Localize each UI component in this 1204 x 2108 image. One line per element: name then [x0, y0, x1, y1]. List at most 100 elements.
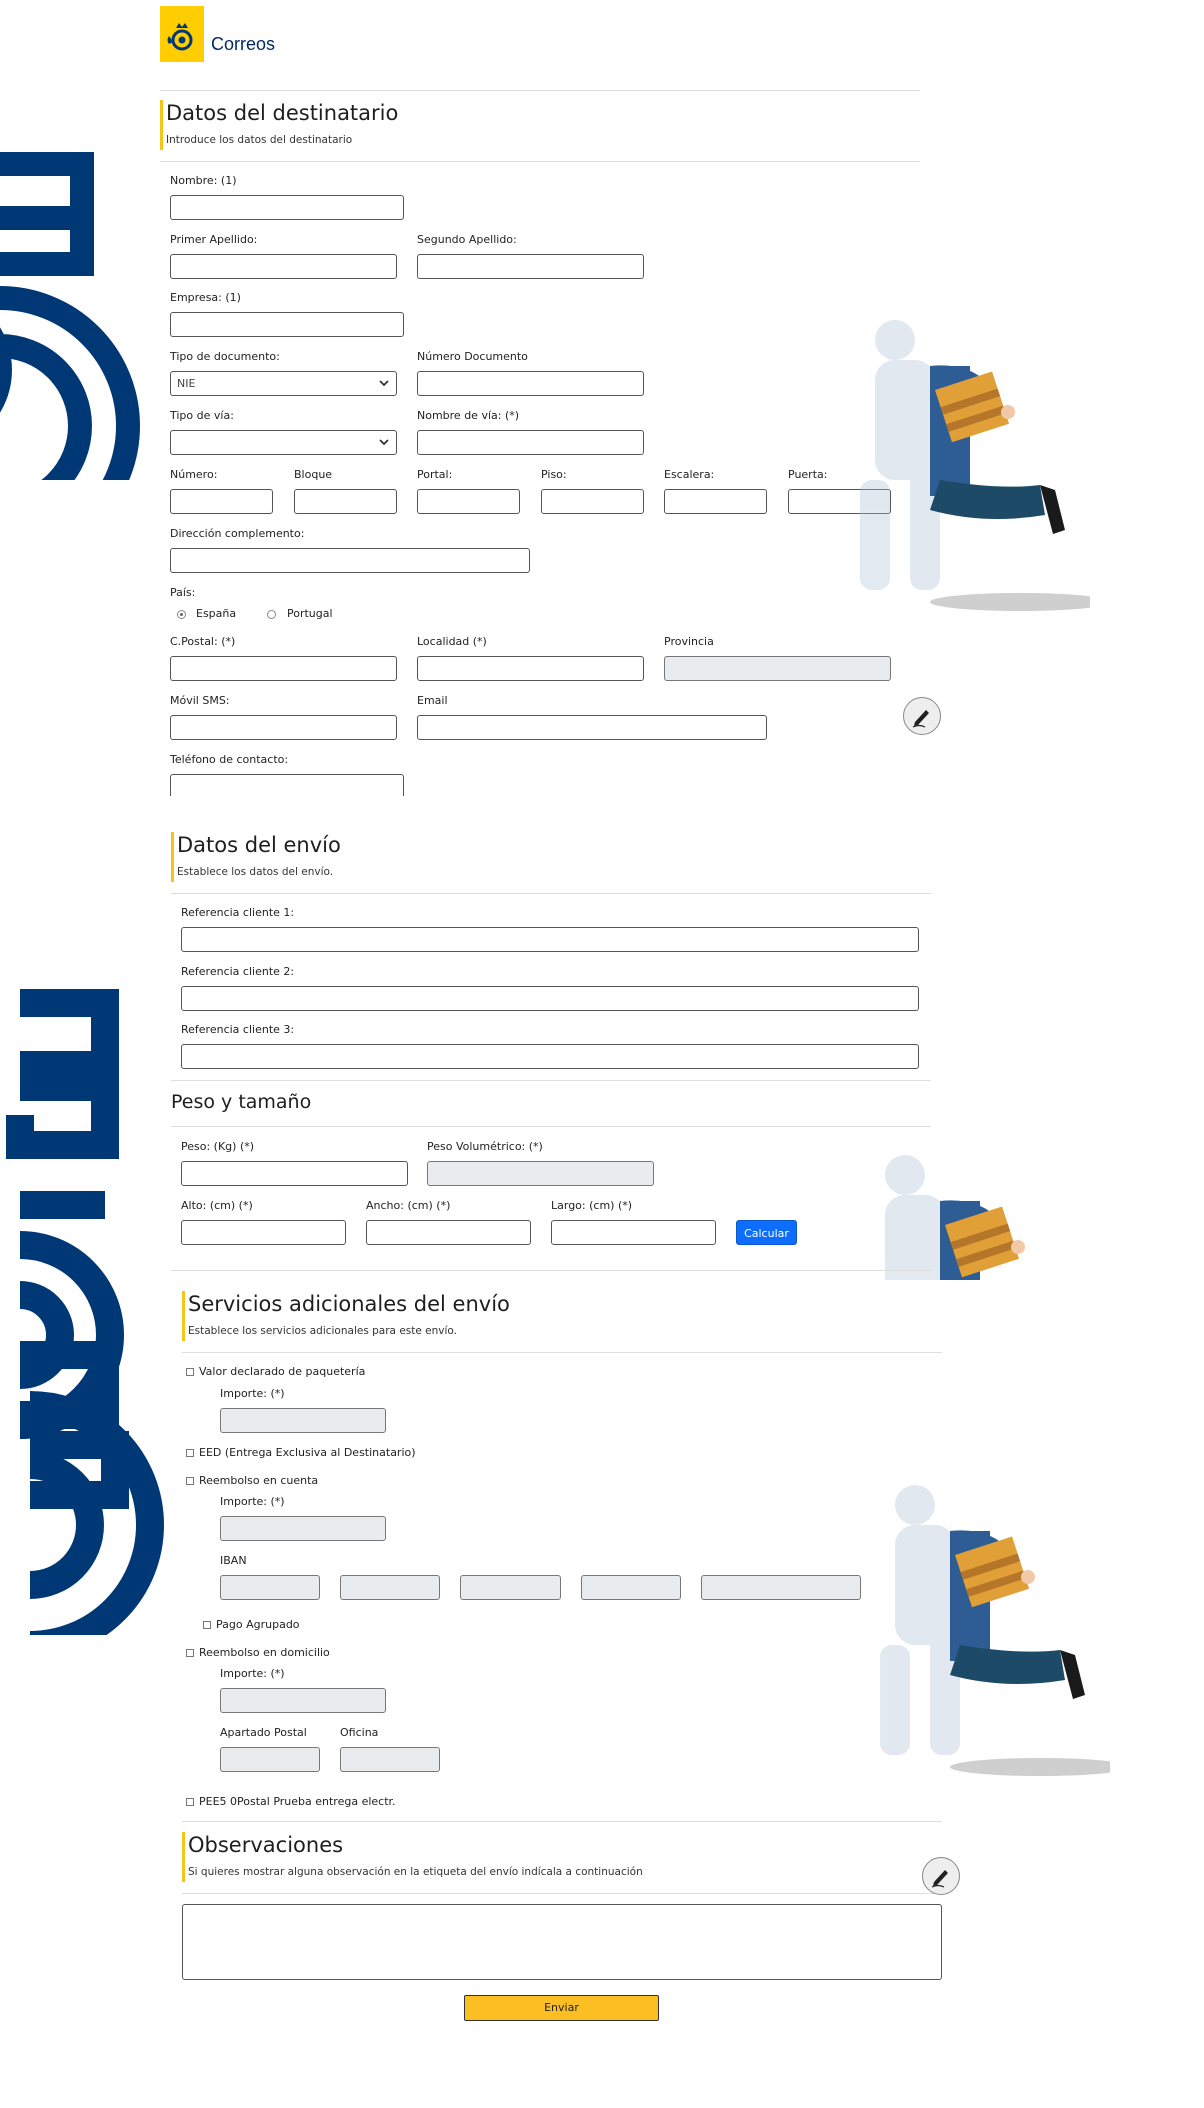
movil-label: Móvil SMS: [170, 694, 230, 707]
primer-apellido-field[interactable] [170, 254, 397, 279]
peso-label: Peso: (Kg) (*) [181, 1140, 255, 1153]
enviar-button[interactable]: Enviar [464, 1995, 659, 2021]
cp-field[interactable] [170, 656, 397, 681]
edit-pencil-button[interactable] [922, 1857, 960, 1895]
reembolso-importe-field[interactable] [220, 1516, 386, 1541]
piso-field[interactable] [541, 489, 644, 514]
shipment-title: Datos del envío [177, 833, 341, 857]
chevron-down-icon [379, 380, 389, 387]
chevron-down-icon [379, 439, 389, 446]
section-accent-bar [182, 1291, 185, 1341]
piso-label: Piso: [541, 468, 567, 481]
size-divider-top [171, 1080, 931, 1081]
tipo-documento-value: NIE [177, 377, 196, 390]
segundo-apellido-label: Segundo Apellido: [417, 233, 517, 246]
segundo-apellido-field[interactable] [417, 254, 644, 279]
valor-importe-label: Importe: (*) [220, 1387, 285, 1400]
peso-vol-field[interactable] [427, 1161, 654, 1186]
ancho-field[interactable] [366, 1220, 531, 1245]
pee-checkbox[interactable] [186, 1798, 194, 1806]
eed-label: EED (Entrega Exclusiva al Destinatario) [199, 1446, 416, 1459]
bloque-label: Bloque [294, 468, 333, 481]
observations-textarea[interactable] [182, 1904, 942, 1980]
domicilio-importe-field[interactable] [220, 1688, 386, 1713]
ref2-field[interactable] [181, 986, 919, 1011]
bloque-field[interactable] [294, 489, 397, 514]
alto-label: Alto: (cm) (*) [181, 1199, 253, 1212]
telefono-label: Teléfono de contacto: [170, 753, 289, 766]
size-title: Peso y tamaño [171, 1091, 312, 1113]
correos-horn-watermark-top [0, 152, 141, 480]
edit-pencil-icon [931, 1870, 948, 1888]
tipo-documento-select[interactable]: NIE [170, 371, 397, 396]
tipo-via-label: Tipo de vía: [170, 409, 234, 422]
portal-field[interactable] [417, 489, 520, 514]
section-accent-bar [160, 100, 163, 150]
nombre-label: Nombre: (1) [170, 174, 237, 187]
tipo-via-select[interactable] [170, 430, 397, 455]
iban-field-4[interactable] [581, 1575, 681, 1600]
ref1-field[interactable] [181, 927, 919, 952]
reembolso-importe-label: Importe: (*) [220, 1495, 285, 1508]
nombre-via-label: Nombre de vía: (*) [417, 409, 520, 422]
tipo-documento-label: Tipo de documento: [170, 350, 280, 363]
observations-subtitle: Si quieres mostrar alguna observación en… [188, 1866, 643, 1878]
iban-field-3[interactable] [460, 1575, 561, 1600]
valor-declarado-checkbox[interactable] [186, 1368, 194, 1376]
eed-checkbox[interactable] [186, 1449, 194, 1457]
localidad-field[interactable] [417, 656, 644, 681]
ref3-label: Referencia cliente 3: [181, 1023, 295, 1036]
calcular-button[interactable]: Calcular [736, 1220, 797, 1245]
peso-field[interactable] [181, 1161, 408, 1186]
ref3-field[interactable] [181, 1044, 919, 1069]
services-bottom-divider [182, 1821, 942, 1822]
nombre-via-field[interactable] [417, 430, 644, 455]
valor-importe-field[interactable] [220, 1408, 386, 1433]
movil-field[interactable] [170, 715, 397, 740]
iban-field-1[interactable] [220, 1575, 320, 1600]
alto-field[interactable] [181, 1220, 346, 1245]
iban-field-2[interactable] [340, 1575, 440, 1600]
ancho-label: Ancho: (cm) (*) [366, 1199, 451, 1212]
shipment-divider [171, 893, 931, 894]
email-field[interactable] [417, 715, 767, 740]
edit-pencil-button[interactable] [903, 697, 941, 735]
pais-radio-espana[interactable] [177, 610, 186, 619]
escalera-label: Escalera: [664, 468, 715, 481]
shipment-subtitle: Establece los datos del envío. [177, 866, 334, 878]
email-label: Email [417, 694, 448, 707]
observations-divider [182, 1893, 942, 1894]
size-divider [171, 1126, 931, 1127]
numero-label: Número: [170, 468, 218, 481]
largo-label: Largo: (cm) (*) [551, 1199, 633, 1212]
recipient-divider [160, 161, 920, 162]
empresa-field[interactable] [170, 312, 404, 337]
correos-horn-watermark-bottom [6, 989, 165, 1635]
primer-apellido-label: Primer Apellido: [170, 233, 258, 246]
pais-radio-portugal[interactable] [267, 610, 276, 619]
telefono-field[interactable] [170, 774, 404, 796]
valor-declarado-label: Valor declarado de paquetería [199, 1365, 366, 1378]
pago-agrupado-checkbox[interactable] [203, 1621, 211, 1629]
provincia-field[interactable] [664, 656, 891, 681]
empresa-label: Empresa: (1) [170, 291, 241, 304]
largo-field[interactable] [551, 1220, 716, 1245]
numero-documento-field[interactable] [417, 371, 644, 396]
correos-logo[interactable] [160, 6, 204, 62]
services-subtitle: Establece los servicios adicionales para… [188, 1325, 457, 1337]
iban-field-5[interactable] [701, 1575, 861, 1600]
reembolso-domicilio-checkbox[interactable] [186, 1649, 194, 1657]
apartado-field[interactable] [220, 1747, 320, 1772]
mail-carrier-illustration-cropped [840, 1145, 1100, 1280]
oficina-label: Oficina [340, 1726, 379, 1739]
numero-field[interactable] [170, 489, 273, 514]
escalera-field[interactable] [664, 489, 767, 514]
pago-agrupado-label: Pago Agrupado [216, 1618, 300, 1631]
direccion-field[interactable] [170, 548, 530, 573]
services-title: Servicios adicionales del envío [188, 1292, 510, 1316]
reembolso-cuenta-checkbox[interactable] [186, 1477, 194, 1485]
services-divider [182, 1352, 942, 1353]
oficina-field[interactable] [340, 1747, 440, 1772]
mail-carrier-illustration [880, 1485, 1110, 1776]
nombre-field[interactable] [170, 195, 404, 220]
